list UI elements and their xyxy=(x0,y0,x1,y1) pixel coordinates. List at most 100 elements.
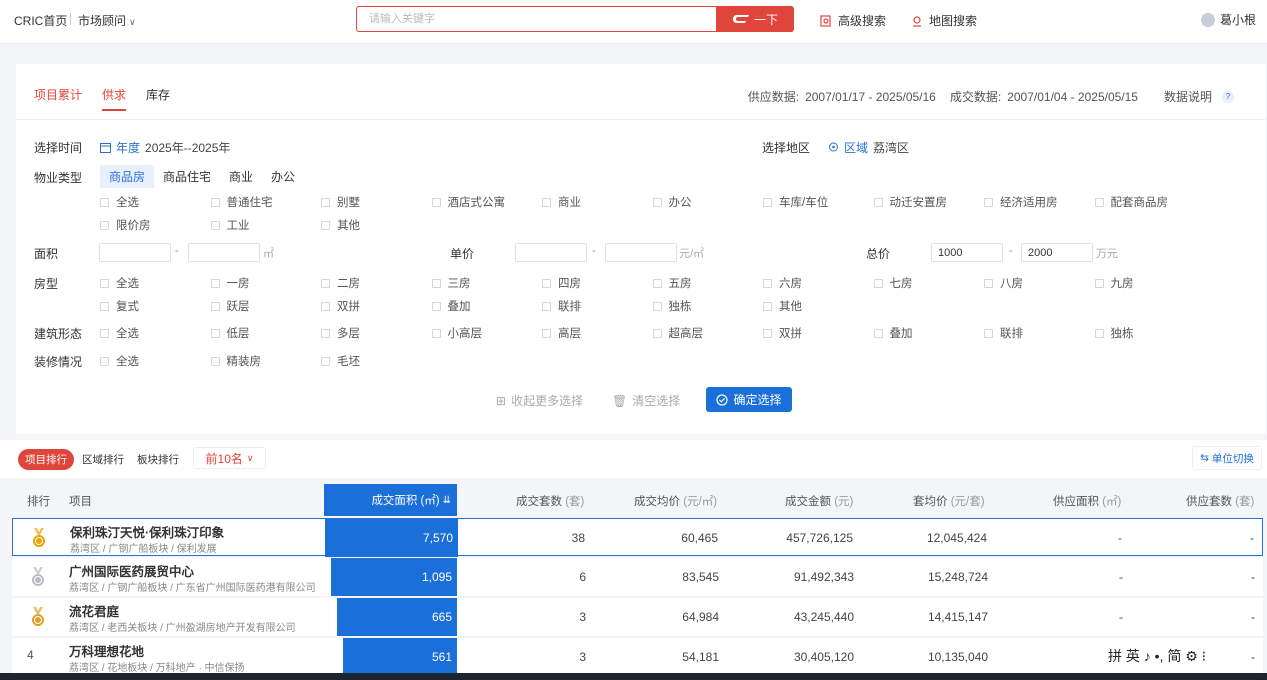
building-checkbox[interactable]: 全选 xyxy=(100,325,139,341)
home-link[interactable]: CRIC首页 xyxy=(14,12,67,29)
room-checkbox[interactable]: 全选 xyxy=(100,275,139,291)
data-note-link[interactable]: 数据说明 xyxy=(1164,88,1212,105)
project-name[interactable]: 保利珠汀天悦·保利珠汀印象 xyxy=(70,522,224,541)
table-row[interactable]: 流花君庭 荔湾区 / 老西关板块 / 广州盈湖房地产开发有限公司 665 3 64,98… xyxy=(12,598,1263,636)
time-label: 选择时间 xyxy=(34,141,83,155)
project-name[interactable]: 万科理想花地 xyxy=(69,641,144,660)
room-checkbox[interactable]: 八房 xyxy=(984,275,1023,291)
col-supply-area[interactable]: 供应面积 (㎡) xyxy=(1053,493,1121,509)
checkbox-icon xyxy=(321,356,330,366)
col-deal-area[interactable]: 成交面积 (㎡) ⇊ xyxy=(324,484,457,516)
property-tab-residential[interactable]: 商品住宅 xyxy=(154,165,220,188)
confirm-label: 确定选择 xyxy=(733,393,782,407)
room-checkbox[interactable]: 七房 xyxy=(873,275,913,291)
property-subtype-checkbox[interactable]: 工业 xyxy=(210,217,250,233)
advisor-menu[interactable]: 市场顾问 ∨ xyxy=(78,12,136,29)
table-row[interactable]: 广州国际医药展贸中心 荔湾区 / 广钢广船板块 / 广东省广州国际医药港有限公司 1… xyxy=(12,558,1263,596)
room-checkbox[interactable]: 叠加 xyxy=(431,298,471,314)
area-max-input[interactable] xyxy=(188,243,260,262)
user-menu[interactable]: 葛小根 xyxy=(1201,11,1256,28)
project-name[interactable]: 广州国际医药展贸中心 xyxy=(69,561,194,580)
property-subtype-checkbox[interactable]: 限价房 xyxy=(100,217,151,233)
ime-toolbar[interactable]: 拼 英 ♪ •, 简 ⚙ ⁝ xyxy=(1104,644,1238,668)
tab-project-ranking[interactable]: 项目排行 xyxy=(18,449,74,470)
total-price-min-input[interactable]: 1000 xyxy=(931,243,1003,262)
property-tab-commercial-housing[interactable]: 商品房 xyxy=(100,165,155,188)
unit-price-min-input[interactable] xyxy=(515,243,587,262)
collapse-button[interactable]: ⊞ 收起更多选择 xyxy=(496,392,583,409)
property-subtype-label: 工业 xyxy=(226,220,250,232)
room-checkbox[interactable]: 三房 xyxy=(431,275,471,291)
tab-inventory[interactable]: 库存 xyxy=(146,86,170,111)
room-checkbox[interactable]: 五房 xyxy=(652,275,692,291)
property-subtype-checkbox[interactable]: 办公 xyxy=(652,194,692,210)
map-search-link[interactable]: 地图搜索 xyxy=(911,12,977,29)
room-checkbox[interactable]: 一房 xyxy=(210,275,250,291)
search-button[interactable]: 一下 xyxy=(716,6,794,32)
room-checkbox[interactable]: 六房 xyxy=(763,275,802,291)
property-subtype-checkbox[interactable]: 酒店式公寓 xyxy=(431,194,505,210)
col-supply-units-label: 供应套数 xyxy=(1186,496,1232,508)
col-avg-price[interactable]: 成交均价 (元/㎡) xyxy=(634,493,717,509)
room-checkbox[interactable]: 其他 xyxy=(763,298,802,314)
tab-block-ranking[interactable]: 板块排行 xyxy=(130,449,186,470)
room-checkbox[interactable]: 二房 xyxy=(321,275,360,291)
help-icon[interactable]: ? xyxy=(1222,90,1234,103)
col-unit-avg[interactable]: 套均价 (元/套) xyxy=(913,493,985,509)
tab-supply-demand[interactable]: 供求 xyxy=(102,86,127,111)
table-row[interactable]: 4 万科理想花地 荔湾区 / 花地板块 / 万科地产 · 中信保扬 561 3 54,18… xyxy=(12,638,1263,676)
decor-checkbox[interactable]: 毛坯 xyxy=(321,353,360,369)
room-checkbox[interactable]: 四房 xyxy=(542,275,581,291)
project-name[interactable]: 流花君庭 xyxy=(69,601,119,620)
building-checkbox[interactable]: 叠加 xyxy=(873,325,913,341)
unit-switch-button[interactable]: ⇆ 单位切换 xyxy=(1192,446,1262,470)
decor-checkbox[interactable]: 精装房 xyxy=(210,353,261,369)
property-tab-office[interactable]: 办公 xyxy=(262,165,304,188)
property-subtype-checkbox[interactable]: 配套商品房 xyxy=(1094,194,1168,210)
search-input[interactable] xyxy=(357,7,717,31)
property-subtype-checkbox[interactable]: 全选 xyxy=(100,194,139,210)
tab-project-total[interactable]: 项目累计 xyxy=(34,86,82,111)
tab-region-ranking[interactable]: 区域排行 xyxy=(75,449,131,470)
property-subtype-checkbox[interactable]: 别墅 xyxy=(321,194,360,210)
confirm-button[interactable]: 确定选择 xyxy=(706,387,792,412)
building-checkbox[interactable]: 低层 xyxy=(210,325,250,341)
building-checkbox[interactable]: 双拼 xyxy=(763,325,802,341)
room-checkbox[interactable]: 双拼 xyxy=(321,298,360,314)
unit-price-max-input[interactable] xyxy=(605,243,677,262)
col-deal-amount[interactable]: 成交金额 (元) xyxy=(785,493,853,509)
top-n-dropdown[interactable]: 前10名 ∨ xyxy=(193,447,266,469)
property-subtype-checkbox[interactable]: 动迁安置房 xyxy=(873,194,947,210)
checkbox-icon xyxy=(321,278,330,288)
divider xyxy=(70,13,71,25)
room-checkbox[interactable]: 跃层 xyxy=(210,298,250,314)
col-deal-units[interactable]: 成交套数 (套) xyxy=(516,493,584,509)
room-checkbox[interactable]: 九房 xyxy=(1094,275,1134,291)
building-checkbox[interactable]: 高层 xyxy=(542,325,581,341)
area-min-input[interactable] xyxy=(99,243,171,262)
room-checkbox[interactable]: 联排 xyxy=(542,298,581,314)
cric-logo-icon xyxy=(732,15,749,23)
advanced-search-link[interactable]: 高级搜索 xyxy=(820,12,886,29)
region-selector[interactable]: 区域 荔湾区 xyxy=(828,139,909,156)
property-subtype-checkbox[interactable]: 普通住宅 xyxy=(210,194,273,210)
building-checkbox[interactable]: 小高层 xyxy=(431,325,482,341)
clear-button[interactable]: 🗑 清空选择 xyxy=(612,392,680,409)
decor-checkbox[interactable]: 全选 xyxy=(100,353,139,369)
property-subtype-checkbox[interactable]: 经济适用房 xyxy=(984,194,1058,210)
deal-area-bar-track: 665 xyxy=(324,598,457,636)
building-checkbox[interactable]: 多层 xyxy=(321,325,360,341)
building-checkbox[interactable]: 独栋 xyxy=(1094,325,1134,341)
room-checkbox[interactable]: 复式 xyxy=(100,298,139,314)
property-subtype-checkbox[interactable]: 商业 xyxy=(542,194,581,210)
col-supply-units[interactable]: 供应套数 (套) xyxy=(1186,493,1254,509)
time-selector[interactable]: 年度 2025年--2025年 xyxy=(100,139,230,156)
building-checkbox[interactable]: 超高层 xyxy=(652,325,703,341)
building-checkbox[interactable]: 联排 xyxy=(984,325,1023,341)
property-subtype-checkbox[interactable]: 车库/车位 xyxy=(763,194,828,210)
table-row[interactable]: 保利珠汀天悦·保利珠汀印象 荔湾区 / 广钢广船板块 / 保利发展 7,570 38 6… xyxy=(12,518,1263,557)
room-checkbox[interactable]: 独栋 xyxy=(652,298,692,314)
total-price-max-input[interactable]: 2000 xyxy=(1021,243,1093,262)
property-subtype-checkbox[interactable]: 其他 xyxy=(321,217,360,233)
property-tab-commerce[interactable]: 商业 xyxy=(220,165,262,188)
